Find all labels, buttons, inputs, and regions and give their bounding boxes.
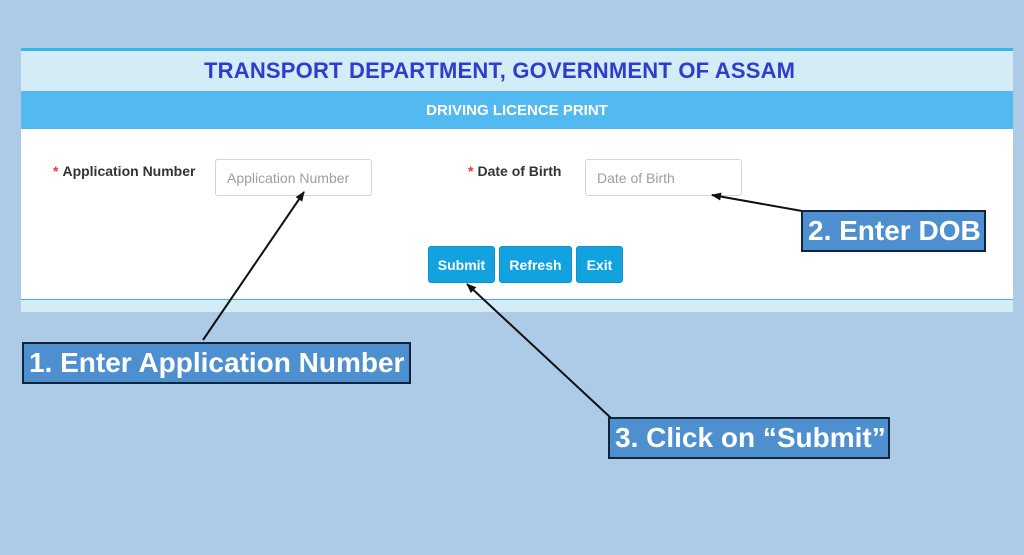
application-number-label: * Application Number [53, 163, 195, 179]
required-marker: * [468, 163, 474, 179]
date-of-birth-label: * Date of Birth [468, 163, 561, 179]
department-title: TRANSPORT DEPARTMENT, GOVERNMENT OF ASSA… [204, 58, 796, 83]
licence-print-panel: TRANSPORT DEPARTMENT, GOVERNMENT OF ASSA… [21, 48, 1013, 312]
refresh-button[interactable]: Refresh [499, 246, 572, 283]
callout-step-1: 1. Enter Application Number [22, 342, 411, 384]
form-title: DRIVING LICENCE PRINT [426, 102, 608, 119]
form-title-bar: DRIVING LICENCE PRINT [21, 91, 1013, 129]
date-of-birth-label-text: Date of Birth [477, 163, 562, 179]
callout-step-3: 3. Click on “Submit” [608, 417, 890, 459]
submit-button[interactable]: Submit [428, 246, 495, 283]
application-number-label-text: Application Number [62, 163, 196, 179]
date-of-birth-input[interactable] [585, 159, 742, 196]
callout-step-2: 2. Enter DOB [801, 210, 986, 252]
panel-header: TRANSPORT DEPARTMENT, GOVERNMENT OF ASSA… [21, 51, 1013, 91]
panel-footer [21, 299, 1013, 312]
application-number-input[interactable] [215, 159, 372, 196]
required-marker: * [53, 163, 59, 179]
exit-button[interactable]: Exit [576, 246, 623, 283]
